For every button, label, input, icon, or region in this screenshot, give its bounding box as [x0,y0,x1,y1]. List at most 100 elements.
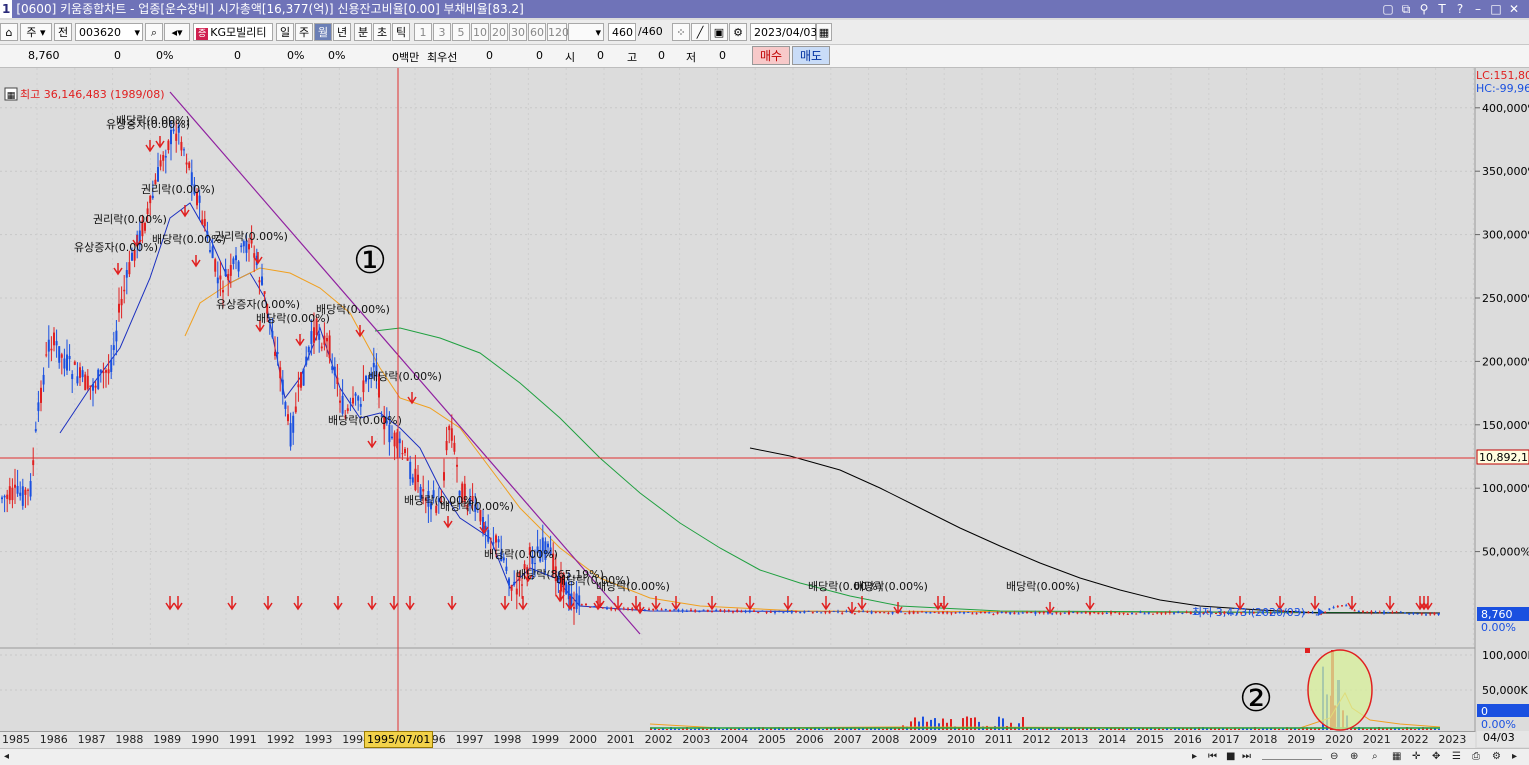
tile-icon[interactable]: ▢ [1379,0,1397,18]
scroll-right-icon[interactable]: ▸ [1192,751,1197,762]
search-icon[interactable]: ⌕ [145,23,163,41]
period-year[interactable]: 년 [333,23,351,41]
interval-30[interactable]: 30 [509,23,527,41]
candle-body [1055,612,1058,614]
x-tick-label: 2015 [1136,733,1164,746]
buy-button[interactable]: 매수 [752,46,790,65]
list-icon[interactable]: ☰ [1452,751,1461,762]
maximize-icon[interactable]: □ [1487,0,1505,18]
stop-icon[interactable]: ■ [1226,751,1235,762]
close-icon[interactable]: ✕ [1505,0,1523,18]
last-icon[interactable]: ⏭ [1242,751,1251,762]
interval-5[interactable]: 5 [452,23,470,41]
lc-label: LC:151,80 [1476,69,1529,82]
candle-body [276,352,279,355]
candle-body [214,259,217,272]
interval-10[interactable]: 10 [471,23,489,41]
candle-body [958,611,961,613]
magnify-icon[interactable]: ⌕ [1372,751,1378,762]
period-month[interactable]: 월 [314,23,332,41]
candle-body [681,609,684,612]
gear-icon[interactable]: ⚙ [729,23,747,41]
period-minute[interactable]: 분 [354,23,372,41]
candle-body [198,195,201,203]
pin-icon[interactable]: ⚲ [1415,0,1433,18]
period-day[interactable]: 일 [276,23,294,41]
candle-body [71,374,74,380]
zoom-in-icon[interactable]: ⊕ [1350,751,1358,762]
crosshair-icon[interactable]: ✛ [1412,751,1420,762]
period-tick[interactable]: 틱 [392,23,410,41]
stock-name-field[interactable]: 증 KG모빌리티 [193,23,273,41]
candle-body [820,612,823,614]
volume-bar [1402,728,1404,730]
zoom-out-icon[interactable]: ⊖ [1330,751,1338,762]
volume-bar [1030,728,1032,730]
candle-body [1173,612,1175,614]
interval-120[interactable]: 120 [547,23,569,41]
volume-bar [742,728,744,730]
print-icon[interactable]: ⎙ [1472,751,1480,762]
calendar-icon[interactable]: ▦ [816,23,832,41]
date-input[interactable]: 2023/04/03 [750,23,817,41]
candle-body [1,497,3,500]
candle-body [723,610,726,612]
candle-body [1034,612,1037,615]
font-icon[interactable]: T [1433,0,1451,18]
volume-bar [1258,728,1260,730]
volume-bar [1134,728,1136,730]
adjust-button[interactable]: 전 [54,23,72,41]
period-type-select[interactable]: 주 ▾ [20,23,52,41]
candle-body [352,397,354,404]
scroll-left-icon[interactable]: ◂ [4,751,9,762]
save-icon[interactable]: ▣ [710,23,728,41]
period-second[interactable]: 초 [373,23,391,41]
chevron-right-icon[interactable]: ▸ [1512,751,1517,762]
price-chart[interactable]: 유상증자(0.00%) 배당락(0.00%) 권리락(0.00%) 권리락(0.00%… [0,68,1529,732]
high-note-text: 최고 36,146,483 (1989/08) [20,88,165,101]
candle-body [786,610,789,613]
settings-icon[interactable]: ⚙ [1492,751,1501,762]
link-icon[interactable]: ⌂ [0,23,18,41]
interval-3[interactable]: 3 [433,23,451,41]
stock-code-input[interactable]: 003620 ▾ [75,23,143,41]
candle-body [232,258,235,265]
interval-20[interactable]: 20 [490,23,508,41]
candle-body [904,613,907,615]
period-week[interactable]: 주 [295,23,313,41]
minimize-icon[interactable]: – [1469,0,1487,18]
indicator-icon[interactable]: ⁘ [672,23,690,41]
table-icon[interactable]: ▦ [1392,751,1401,762]
period-type-label: 주 [26,26,37,39]
candle-body [289,423,292,447]
candle-body [1391,612,1394,614]
sound-icon[interactable]: ◂▾ [164,23,190,41]
candle-body [1425,614,1427,616]
candle-body [1404,612,1406,614]
chevron-down-icon[interactable]: ▾ [134,24,140,42]
interval-1[interactable]: 1 [414,23,432,41]
candle-body [866,611,869,613]
interval-custom-select[interactable]: ▾ [568,23,604,41]
count-input[interactable]: 460 [608,23,636,41]
pan-icon[interactable]: ✥ [1432,751,1440,762]
candle-body [99,369,102,373]
candle-body [76,376,79,384]
candle-body [673,609,676,611]
candle-body [677,609,680,612]
help-icon[interactable]: ? [1451,0,1469,18]
candle-body [1063,612,1066,614]
candle-body [240,245,243,248]
candle-body [164,156,167,158]
zoom-slider[interactable] [1262,751,1322,760]
candle-body [765,611,768,613]
interval-60[interactable]: 60 [528,23,546,41]
draw-icon[interactable]: ╱ [691,23,709,41]
first-icon[interactable]: ⏮ [1208,751,1217,762]
candle-body [575,593,578,610]
copy-icon[interactable]: ⧉ [1397,0,1415,18]
candle-body [180,141,183,151]
sell-button[interactable]: 매도 [792,46,830,65]
x-tick-label: 1989 [153,733,182,746]
candle-body [328,335,331,359]
